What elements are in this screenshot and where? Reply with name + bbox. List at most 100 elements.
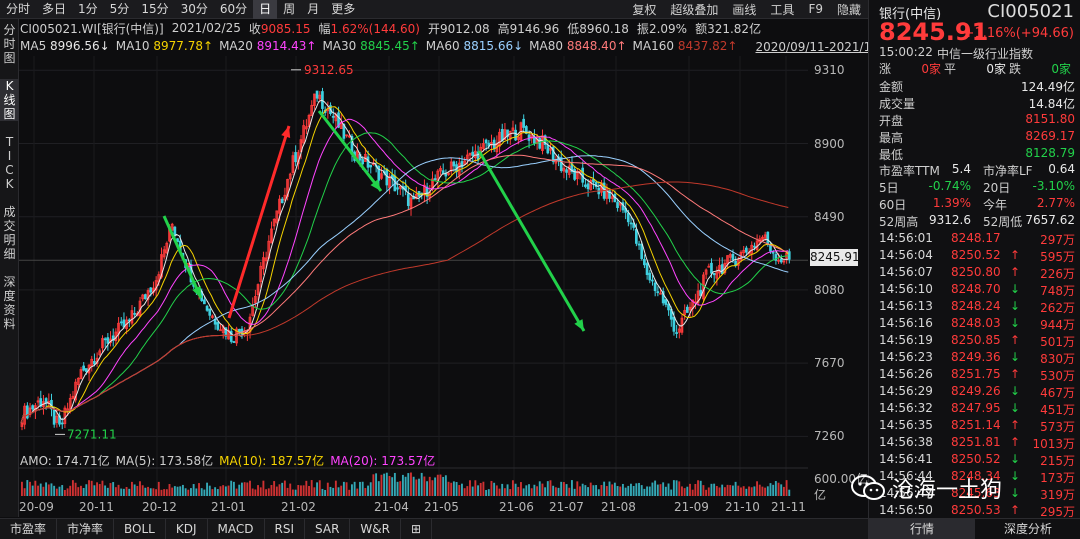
toolbar-tool[interactable]: 工具 xyxy=(763,1,801,18)
volume-bar xyxy=(404,476,407,496)
period-tab[interactable]: 15分 xyxy=(135,0,174,19)
candle-body xyxy=(616,202,619,208)
ma-legend-item: MA20 8914.43↑ xyxy=(219,39,316,53)
indicator-tab[interactable]: RSI xyxy=(265,518,306,539)
ma-name: MA60 xyxy=(425,39,460,53)
volume-bar xyxy=(487,489,490,496)
period-tab[interactable]: 分时 xyxy=(0,0,36,19)
period-tab[interactable]: 60分 xyxy=(214,0,253,19)
tick-volume: 173万 xyxy=(1040,471,1075,485)
period-tab[interactable]: 周 xyxy=(277,0,301,19)
indicator-tab[interactable]: MACD xyxy=(208,518,265,539)
indicator-tab[interactable]: 市净率 xyxy=(57,518,115,539)
candle-body xyxy=(369,164,373,168)
indicator-tab[interactable]: KDJ xyxy=(166,518,208,539)
tick-volume: 944万 xyxy=(1040,318,1075,332)
tick-row[interactable]: 14:56:41 8250.52 ↓ 215万 xyxy=(879,452,1075,468)
arrow-down-icon: ↓ xyxy=(1009,299,1021,313)
volume-bar xyxy=(632,486,635,496)
tick-row[interactable]: 14:56:19 8250.85 ↑ 501万 xyxy=(879,333,1075,349)
indicator-tab[interactable]: BOLL xyxy=(114,518,166,539)
volume-bar xyxy=(571,480,573,496)
volume-bar xyxy=(275,486,278,496)
period-tab[interactable]: 5分 xyxy=(104,0,136,19)
volume-bar xyxy=(471,486,474,496)
tick-row[interactable]: 14:56:07 8250.80 ↑ 226万 xyxy=(879,265,1075,281)
indicator-tab[interactable]: 市盈率 xyxy=(0,518,58,539)
period-tab[interactable]: 更多 xyxy=(325,0,361,19)
volume-bar xyxy=(466,486,469,496)
x-tick-label: 21-06 xyxy=(499,500,534,514)
candle-body xyxy=(573,169,576,180)
volume-bar xyxy=(160,489,163,496)
left-view-tab[interactable]: TICK xyxy=(0,135,19,191)
volume-bar xyxy=(557,487,560,496)
volume-bar xyxy=(286,487,289,496)
tick-row[interactable]: 14:56:13 8248.24 ↓ 262万 xyxy=(879,299,1075,315)
period-tab[interactable]: 1分 xyxy=(72,0,104,19)
volume-bar xyxy=(544,487,547,496)
toolbar-tool[interactable]: 画线 xyxy=(725,1,763,18)
tick-price: 8248.17 xyxy=(951,231,1001,245)
panel-tab[interactable]: 行情 xyxy=(869,519,975,539)
left-view-tab[interactable]: 深度资料 xyxy=(0,275,19,331)
ma30-line xyxy=(20,132,789,424)
tick-row[interactable]: 14:56:38 8251.81 ↑ 1013万 xyxy=(879,435,1075,451)
toolbar-tool[interactable]: 隐藏 xyxy=(830,1,868,18)
volume-bar xyxy=(324,489,327,496)
ma5-line xyxy=(20,99,789,424)
tick-row[interactable]: 14:56:16 8248.03 ↓ 944万 xyxy=(879,316,1075,332)
stat-row: 成交量 14.84亿 xyxy=(879,95,1075,111)
indicator-tab[interactable]: ⊞ xyxy=(401,518,433,539)
arrow-up-icon: ↑ xyxy=(1009,435,1021,449)
volume-bar xyxy=(294,489,297,496)
volume-bar xyxy=(444,475,447,496)
volume-bar xyxy=(31,485,34,496)
period-tab[interactable]: 月 xyxy=(301,0,325,19)
candle-body xyxy=(592,179,595,183)
volume-bar xyxy=(490,480,493,496)
volume-bar xyxy=(774,481,777,496)
candlestick-chart[interactable]: 9312.65 7271.11 xyxy=(19,56,808,496)
tick-row[interactable]: 14:56:29 8249.26 ↓ 467万 xyxy=(879,384,1075,400)
volume-bar xyxy=(238,484,241,496)
volume-bar xyxy=(273,481,276,496)
period-tab[interactable]: 日 xyxy=(253,0,278,19)
period-tab[interactable]: 30分 xyxy=(175,0,214,19)
up-trend-arrow-head xyxy=(281,126,291,138)
stat-label: 金额 xyxy=(879,80,904,94)
indicator-tab[interactable]: SAR xyxy=(305,518,351,539)
indicator-tab[interactable]: W&R xyxy=(350,518,401,539)
x-tick-label: 20-12 xyxy=(142,500,177,514)
tick-time: 14:56:32 xyxy=(879,401,933,415)
tick-row[interactable]: 14:56:10 8248.70 ↓ 748万 xyxy=(879,282,1075,298)
arrow-up-icon: ↑ xyxy=(1009,248,1021,262)
toolbar-tool[interactable]: F9 xyxy=(801,2,830,16)
volume-bar xyxy=(686,486,689,496)
left-view-tab[interactable]: K线图 xyxy=(0,79,19,121)
left-view-tab[interactable]: 成交明细 xyxy=(0,205,19,261)
tick-row[interactable]: 14:56:32 8247.95 ↓ 451万 xyxy=(879,401,1075,417)
volume-bar xyxy=(53,485,56,496)
tick-row[interactable]: 14:56:23 8249.36 ↓ 830万 xyxy=(879,350,1075,366)
candle-body xyxy=(149,287,153,293)
tick-row[interactable]: 14:56:04 8250.52 ↑ 595万 xyxy=(879,248,1075,264)
ma-value: 8848.40↑ xyxy=(566,39,627,53)
candle-body xyxy=(645,263,649,276)
left-view-tab[interactable]: 分时图 xyxy=(0,23,19,65)
tick-row[interactable]: 14:56:26 8251.75 ↑ 530万 xyxy=(879,367,1075,383)
toolbar-tool[interactable]: 超级叠加 xyxy=(663,1,725,18)
panel-tab[interactable]: 深度分析 xyxy=(975,519,1080,539)
candle-body xyxy=(744,247,748,253)
tick-time: 14:56:26 xyxy=(879,367,933,381)
tick-row[interactable]: 14:56:01 8248.17 297万 xyxy=(879,231,1075,247)
tick-row[interactable]: 14:56:35 8251.14 ↑ 573万 xyxy=(879,418,1075,434)
volume-bar xyxy=(482,481,485,496)
volume-bar xyxy=(603,481,606,496)
candle-body xyxy=(643,258,646,266)
period-tab[interactable]: 多日 xyxy=(36,0,72,19)
valuation-label: 52周高 xyxy=(879,215,919,229)
toolbar-tool[interactable]: 复权 xyxy=(625,1,663,18)
ma-legend-item: MA80 8848.40↑ xyxy=(529,39,626,53)
tick-row[interactable]: 14:56:50 8250.53 ↑ 295万 xyxy=(879,503,1075,519)
